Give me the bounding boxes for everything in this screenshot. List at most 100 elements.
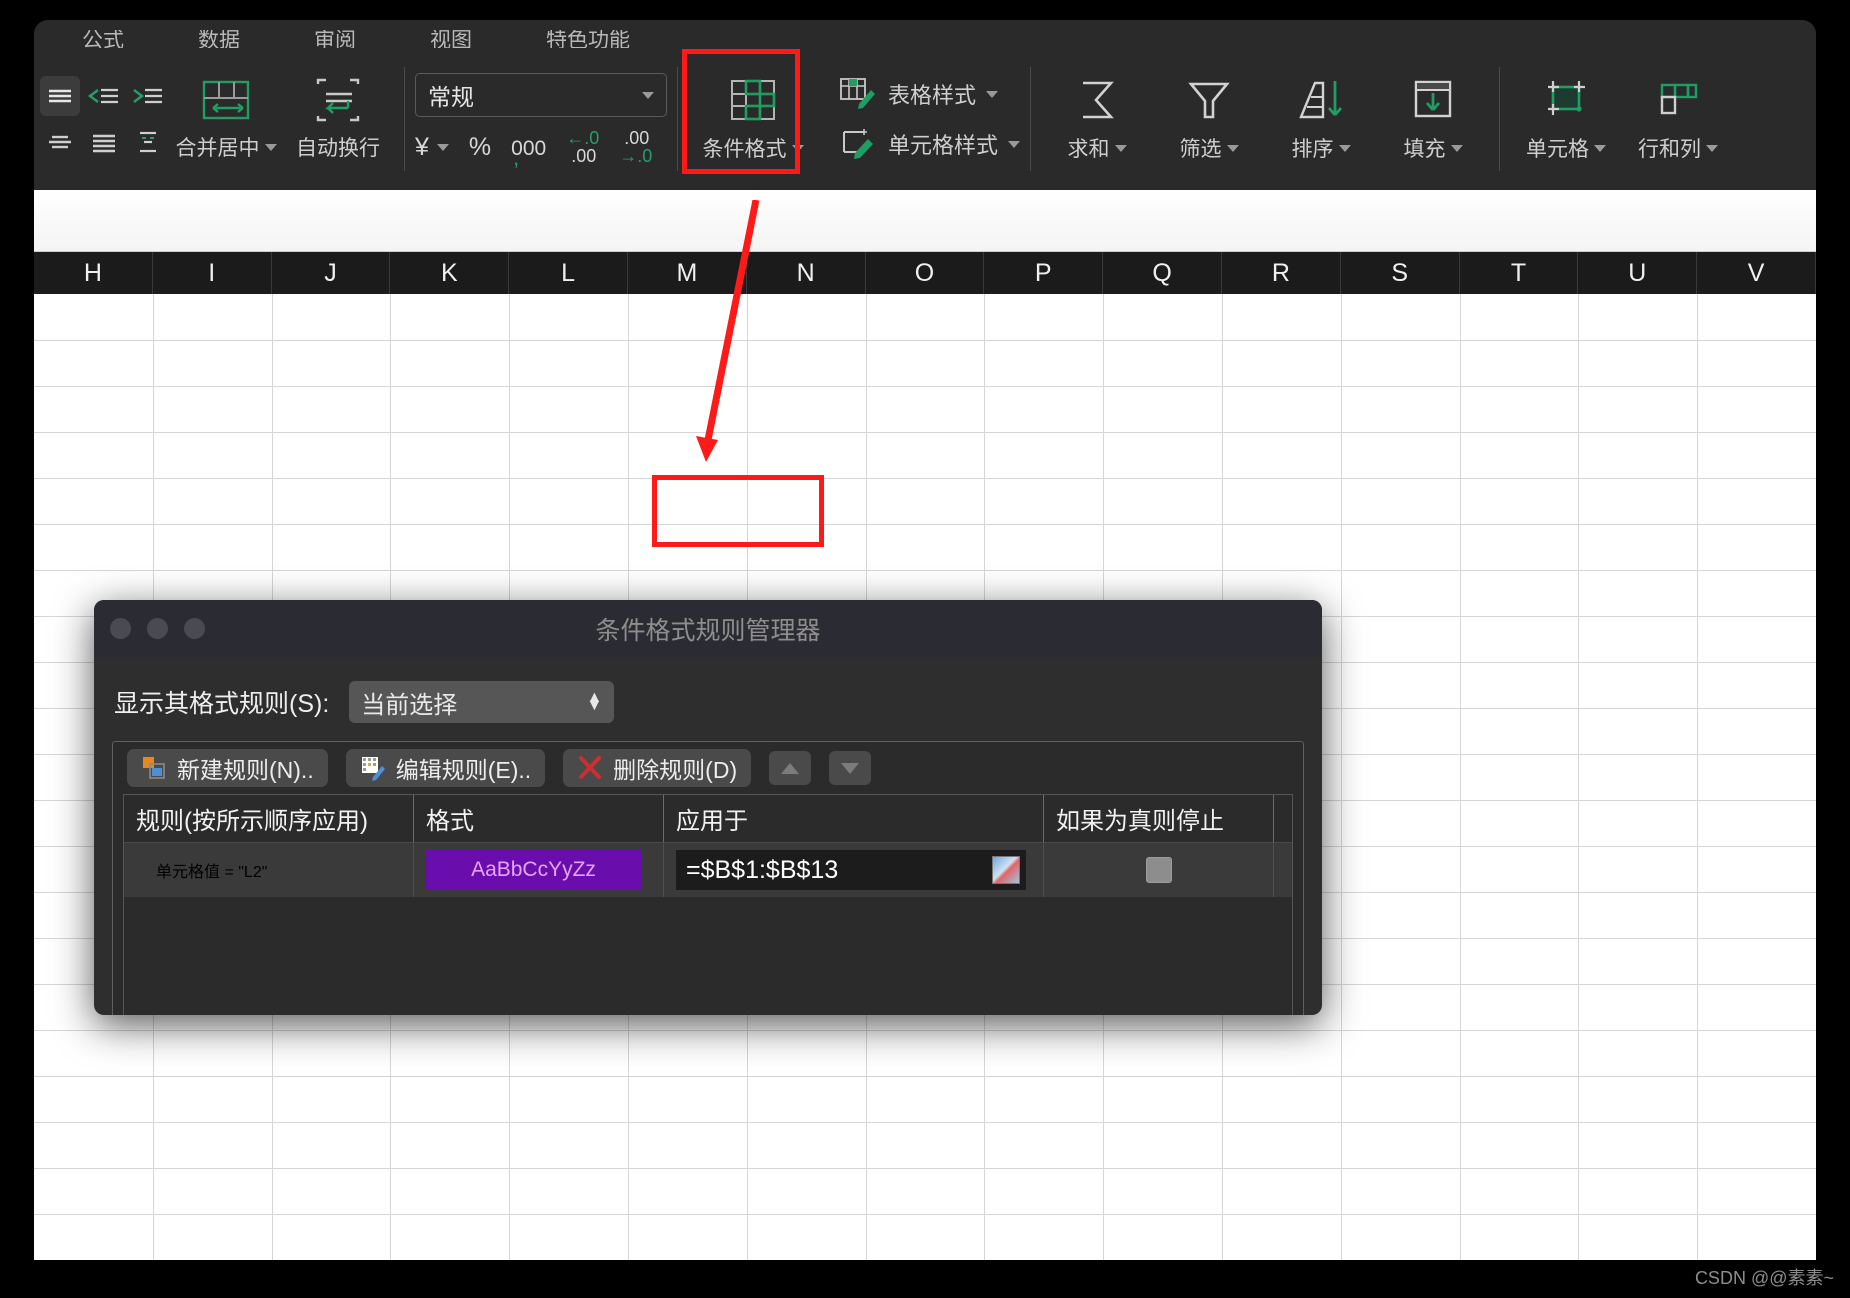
sort-label: 排序 [1291, 138, 1334, 161]
ribbon-tab-review[interactable]: 审阅 [314, 30, 356, 48]
move-up-button[interactable] [769, 751, 812, 785]
merge-cells-button[interactable]: 合并居中 [170, 59, 282, 179]
column-header-R[interactable]: R [1222, 252, 1341, 294]
ribbon-tab-view[interactable]: 视图 [430, 30, 472, 48]
move-up-icon [781, 762, 800, 774]
column-header-Q[interactable]: Q [1103, 252, 1222, 294]
chevron-down-icon[interactable] [986, 90, 999, 98]
formula-bar-strip [34, 190, 1816, 252]
sort-button[interactable]: 排序 [1265, 59, 1377, 179]
percent-style-button[interactable]: % [469, 133, 491, 162]
currency-format-button[interactable]: ¥ [415, 133, 449, 162]
cell-stop-if-true[interactable] [1044, 843, 1274, 897]
autosum-button[interactable]: 求和 [1041, 59, 1153, 179]
rules-table-header: 规则(按所示顺序应用) 格式 应用于 如果为真则停止 [124, 795, 1292, 843]
annotation-rect-dialog-title [652, 475, 824, 547]
column-header-T[interactable]: T [1460, 252, 1579, 294]
merge-cells-label: 合并居中 [175, 137, 260, 160]
column-header-format: 格式 [414, 795, 664, 842]
move-down-icon [841, 762, 860, 774]
cells-button[interactable]: 单元格 [1510, 59, 1622, 179]
rules-panel: 新建规则(N).. 编辑规则(E).. 删除规则(D) 规则(按所示顺序应用) … [112, 741, 1304, 1015]
range-picker-icon[interactable] [992, 856, 1020, 884]
chevron-down-icon[interactable] [1450, 144, 1463, 152]
column-header-H[interactable]: H [34, 252, 153, 294]
fill-label: 填充 [1403, 138, 1446, 161]
comma-style-button[interactable]: 000 , [511, 133, 546, 170]
ribbon-tab-bar: 公式 数据 审阅 视图 特色功能 [34, 20, 1816, 48]
fill-button[interactable]: 填充 [1377, 59, 1489, 179]
rules-table: 规则(按所示顺序应用) 格式 应用于 如果为真则停止 单元格值 = "L2" A… [123, 794, 1293, 1015]
increase-indent-icon[interactable] [128, 76, 168, 116]
chevron-down-icon[interactable] [436, 143, 449, 151]
cell-format[interactable]: AaBbCcYyZz [414, 843, 664, 897]
column-header-O[interactable]: O [866, 252, 985, 294]
wrap-text-label: 自动换行 [296, 137, 380, 160]
grid-hline [34, 432, 1816, 433]
grid-vline [1578, 294, 1580, 1260]
annotation-arrow [696, 200, 760, 462]
chevron-down-icon[interactable] [642, 91, 654, 99]
spreadsheet-app-window: 公式 数据 审阅 视图 特色功能 合并居中 自动换行 常规 ¥ % 000 , … [34, 20, 1816, 1260]
ribbon-divider-2 [677, 67, 678, 171]
chevron-down-icon[interactable] [1226, 144, 1239, 152]
increase-decimal-button[interactable]: .00 →.0 [619, 129, 652, 165]
ribbon-tab-features[interactable]: 特色功能 [546, 30, 630, 48]
grid-hline [34, 1076, 1816, 1077]
column-header-I[interactable]: I [153, 252, 272, 294]
align-left-icon[interactable] [40, 76, 80, 116]
dialog-titlebar[interactable]: 条件格式规则管理器 [94, 600, 1322, 657]
stop-if-true-checkbox[interactable] [1145, 857, 1172, 883]
ribbon-tab-data[interactable]: 数据 [198, 30, 240, 48]
column-header-K[interactable]: K [390, 252, 510, 294]
decrease-decimal-button[interactable]: ←.0 .00 [566, 129, 599, 165]
grid-hline [34, 478, 1816, 479]
delete-rule-label: 删除规则(D) [613, 757, 738, 783]
annotation-rect-conditional-format [682, 49, 800, 174]
align-center-icon[interactable] [40, 122, 80, 162]
delete-rule-button[interactable]: 删除规则(D) [563, 749, 752, 787]
show-rules-select[interactable]: 当前选择 ▲ ▼ [349, 681, 615, 723]
filter-button[interactable]: 筛选 [1153, 59, 1265, 179]
rules-toolbar: 新建规则(N).. 编辑规则(E).. 删除规则(D) [113, 742, 1303, 794]
table-style-button[interactable]: 表格样式 [838, 76, 1020, 112]
applies-to-value: =$B$1:$B$13 [686, 855, 839, 884]
edit-rule-button[interactable]: 编辑规则(E).. [345, 749, 546, 787]
new-rule-button[interactable]: 新建规则(N).. [127, 749, 328, 787]
dialog-body: 显示其格式规则(S): 当前选择 ▲ ▼ 新建规则(N).. 编辑规则(E)..… [94, 657, 1322, 1015]
chevron-down-icon[interactable] [1338, 144, 1351, 152]
chevron-down-icon[interactable] [1114, 144, 1127, 152]
rules-table-body: 单元格值 = "L2" AaBbCcYyZz =$B$1:$B$13 [124, 843, 1292, 897]
decrease-indent-icon[interactable] [84, 76, 124, 116]
column-header-J[interactable]: J [272, 252, 391, 294]
chevron-down-icon[interactable] [1706, 144, 1719, 152]
chevron-down-icon[interactable] [1008, 140, 1021, 148]
rows-columns-button[interactable]: 行和列 [1622, 59, 1734, 179]
formula-bar-background [34, 190, 1816, 251]
table-row[interactable]: 单元格值 = "L2" AaBbCcYyZz =$B$1:$B$13 [124, 843, 1292, 897]
column-header-P[interactable]: P [984, 252, 1104, 294]
grid-vline [1340, 294, 1342, 1260]
wrap-text-button[interactable]: 自动换行 [282, 59, 394, 179]
align-justify-icon[interactable] [84, 122, 124, 162]
ribbon-toolbar: 合并居中 自动换行 常规 ¥ % 000 , ←.0 .00 .00 →.0 条… [34, 48, 1816, 190]
move-down-button[interactable] [829, 751, 872, 785]
cell-style-button[interactable]: 单元格样式 [838, 126, 1021, 162]
ribbon-tab-formula[interactable]: 公式 [82, 30, 124, 48]
cell-applies-to[interactable]: =$B$1:$B$13 [664, 843, 1044, 897]
chevron-down-icon[interactable] [1594, 144, 1607, 152]
conditional-formatting-rules-manager-dialog: 条件格式规则管理器 显示其格式规则(S): 当前选择 ▲ ▼ 新建规则(N)..… [94, 600, 1322, 1015]
grid-hline [34, 570, 1816, 571]
number-format-select[interactable]: 常规 [415, 73, 667, 117]
column-header-L[interactable]: L [509, 252, 628, 294]
show-rules-row: 显示其格式规则(S): 当前选择 ▲ ▼ [114, 681, 1304, 723]
ribbon-divider-1 [404, 67, 405, 171]
column-header-V[interactable]: V [1697, 252, 1816, 294]
grid-hline [34, 1030, 1816, 1031]
cell-spacer [1274, 843, 1292, 897]
column-header-spacer [1274, 795, 1292, 842]
column-header-S[interactable]: S [1341, 252, 1460, 294]
column-header-U[interactable]: U [1578, 252, 1698, 294]
chevron-down-icon[interactable] [264, 143, 277, 151]
vertical-align-icon[interactable] [128, 122, 168, 162]
